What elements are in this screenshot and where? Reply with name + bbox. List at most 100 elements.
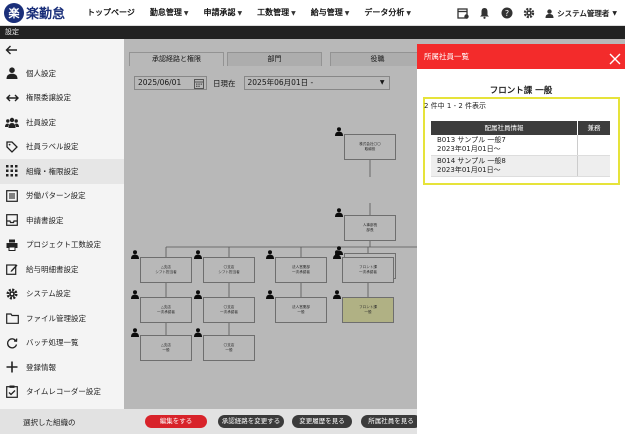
member-id-name: B013 サンプル 一般7 xyxy=(437,136,506,144)
nav-payroll[interactable]: 給与管理 ▼ xyxy=(311,7,350,18)
edit-button[interactable]: 編集をする xyxy=(145,415,207,428)
back-arrow-icon[interactable] xyxy=(0,39,124,61)
nav-attendance[interactable]: 勤怠管理 ▼ xyxy=(150,7,189,18)
sidebar-item-system[interactable]: システム設定 xyxy=(0,282,124,307)
history-button[interactable]: 変更履歴を見る xyxy=(292,415,352,428)
sidebar-item-registration[interactable]: 登録情報 xyxy=(0,355,124,380)
top-navbar: 楽 楽勤怠 トップページ 勤怠管理 ▼ 申請承認 ▼ 工数管理 ▼ 給与管理 ▼ データ… xyxy=(0,0,625,26)
result-count: 2 件中 1 - 2 件表示 xyxy=(424,102,487,110)
nav-label: 申請承認 xyxy=(203,8,236,17)
chevron-down-icon: ▼ xyxy=(344,10,350,17)
sidebar-item-payslip[interactable]: 給与明細書設定 xyxy=(0,257,124,282)
sidebar-item-time-recorder[interactable]: タイムレコーダー設定 xyxy=(0,380,124,405)
member-start-date: 2023年01月01日〜 xyxy=(437,145,501,153)
panel-header: 所属社員一覧 xyxy=(417,44,625,69)
logo-mark: 楽 xyxy=(4,2,24,23)
sidebar-item-project-workload[interactable]: プロジェクト工数設定 xyxy=(0,233,124,258)
sidebar-item-delegation[interactable]: 権限委譲設定 xyxy=(0,86,124,111)
sidebar-item-label: 権限委譲設定 xyxy=(26,93,71,103)
help-icon[interactable]: ? xyxy=(500,7,513,20)
nav-label: 勤怠管理 xyxy=(149,8,182,17)
sidebar-item-personal[interactable]: 個人設定 xyxy=(0,61,124,86)
concurrent-cell xyxy=(578,135,610,155)
group-icon xyxy=(5,115,19,129)
chevron-down-icon: ▼ xyxy=(291,10,296,17)
panel-header-title: 所属社員一覧 xyxy=(424,52,469,61)
sidebar-item-label: 社員設定 xyxy=(26,117,56,127)
sidebar-item-labels[interactable]: 社員ラベル設定 xyxy=(0,135,124,160)
user-icon xyxy=(545,8,554,18)
member-cell: B013 サンプル 一般7 2023年01月01日〜 xyxy=(431,135,578,155)
sidebar-item-label: バッチ処理一覧 xyxy=(26,338,79,348)
member-start-date: 2023年01月01日〜 xyxy=(437,166,501,174)
main-nav: トップページ 勤怠管理 ▼ 申請承認 ▼ 工数管理 ▼ 給与管理 ▼ データ分析 ▼ xyxy=(87,7,426,18)
calendar-settings-icon[interactable] xyxy=(456,7,469,20)
members-panel: 所属社員一覧 フロント課 一般 2 件中 1 - 2 件表示 配属社員情報 兼務… xyxy=(417,44,625,434)
top-icons: ? システム管理者 ▼ xyxy=(447,0,617,26)
nav-workload[interactable]: 工数管理 ▼ xyxy=(257,7,296,18)
app-logo[interactable]: 楽 楽勤怠 xyxy=(4,2,66,23)
refresh-icon xyxy=(5,336,19,350)
sidebar-item-label: 個人設定 xyxy=(26,68,56,78)
sidebar-item-applications[interactable]: 申請書設定 xyxy=(0,208,124,233)
sidebar-item-files[interactable]: ファイル管理設定 xyxy=(0,306,124,331)
tag-icon xyxy=(5,140,19,154)
column-header-member: 配属社員情報 xyxy=(431,121,578,135)
panel-org-title: フロント課 一般 xyxy=(489,86,553,96)
sidebar-item-label: プロジェクト工数設定 xyxy=(26,240,101,250)
sidebar-item-label: 登録情報 xyxy=(26,362,56,372)
plus-icon xyxy=(5,360,19,374)
nav-top-page[interactable]: トップページ xyxy=(87,7,135,18)
table-header: 配属社員情報 兼務 xyxy=(431,121,610,135)
selected-org-label: 選択した組織の xyxy=(23,418,76,427)
sidebar-item-label: 給与明細書設定 xyxy=(26,264,79,274)
members-table: 配属社員情報 兼務 B013 サンプル 一般7 2023年01月01日〜 B01… xyxy=(431,121,610,177)
sidebar-item-label: 社員ラベル設定 xyxy=(26,142,79,152)
chevron-down-icon: ▼ xyxy=(612,9,617,17)
nav-analytics[interactable]: データ分析 ▼ xyxy=(364,7,411,18)
sidebar-item-label: 労働パターン設定 xyxy=(26,191,86,201)
list-icon xyxy=(5,189,19,203)
sidebar: 個人設定 権限委譲設定 社員設定 社員ラベル設定 組織・権限設定 労働パターン設… xyxy=(0,39,124,434)
person-icon xyxy=(5,66,19,80)
nav-label: 工数管理 xyxy=(257,8,290,17)
page-title-bar: 設定 xyxy=(0,26,625,39)
sidebar-item-work-patterns[interactable]: 労働パターン設定 xyxy=(0,184,124,209)
table-row[interactable]: B013 サンプル 一般7 2023年01月01日〜 xyxy=(431,135,610,156)
sidebar-item-label: システム設定 xyxy=(26,289,71,299)
sidebar-item-batch[interactable]: バッチ処理一覧 xyxy=(0,331,124,356)
user-name: システム管理者 xyxy=(557,8,610,18)
edit-icon xyxy=(5,262,19,276)
nav-label: データ分析 xyxy=(364,8,405,17)
member-cell: B014 サンプル 一般8 2023年01月01日〜 xyxy=(431,156,578,176)
arrows-icon xyxy=(5,91,19,105)
sidebar-item-label: 申請書設定 xyxy=(26,215,64,225)
view-members-button[interactable]: 所属社員を見る xyxy=(361,415,421,428)
change-route-button[interactable]: 承認経路を変更する xyxy=(218,415,284,428)
sidebar-item-label: 組織・権限設定 xyxy=(26,166,79,176)
column-header-concurrent: 兼務 xyxy=(587,124,601,132)
sidebar-item-label: ファイル管理設定 xyxy=(26,313,86,323)
concurrent-cell xyxy=(578,156,610,176)
sidebar-item-employees[interactable]: 社員設定 xyxy=(0,110,124,135)
nav-label: 給与管理 xyxy=(310,8,343,17)
svg-text:?: ? xyxy=(504,9,508,18)
chevron-down-icon: ▼ xyxy=(406,10,411,17)
close-icon[interactable] xyxy=(609,50,621,65)
clipboard-icon xyxy=(5,385,19,399)
bell-icon[interactable] xyxy=(478,7,491,20)
chevron-down-icon: ▼ xyxy=(237,10,243,17)
user-menu[interactable]: システム管理者 ▼ xyxy=(545,8,617,19)
table-row[interactable]: B014 サンプル 一般8 2023年01月01日〜 xyxy=(431,156,610,177)
nav-approval[interactable]: 申請承認 ▼ xyxy=(203,7,242,18)
grid-icon xyxy=(5,164,19,178)
logo-text: 楽勤怠 xyxy=(26,7,66,22)
gear-icon xyxy=(5,287,19,301)
sidebar-item-organization[interactable]: 組織・権限設定 xyxy=(0,159,124,184)
member-id-name: B014 サンプル 一般8 xyxy=(437,157,506,165)
printer-icon xyxy=(5,238,19,252)
gear-icon[interactable] xyxy=(522,7,535,20)
folder-icon xyxy=(5,311,19,325)
sidebar-item-label: タイムレコーダー設定 xyxy=(26,387,101,397)
chevron-down-icon: ▼ xyxy=(183,10,189,17)
